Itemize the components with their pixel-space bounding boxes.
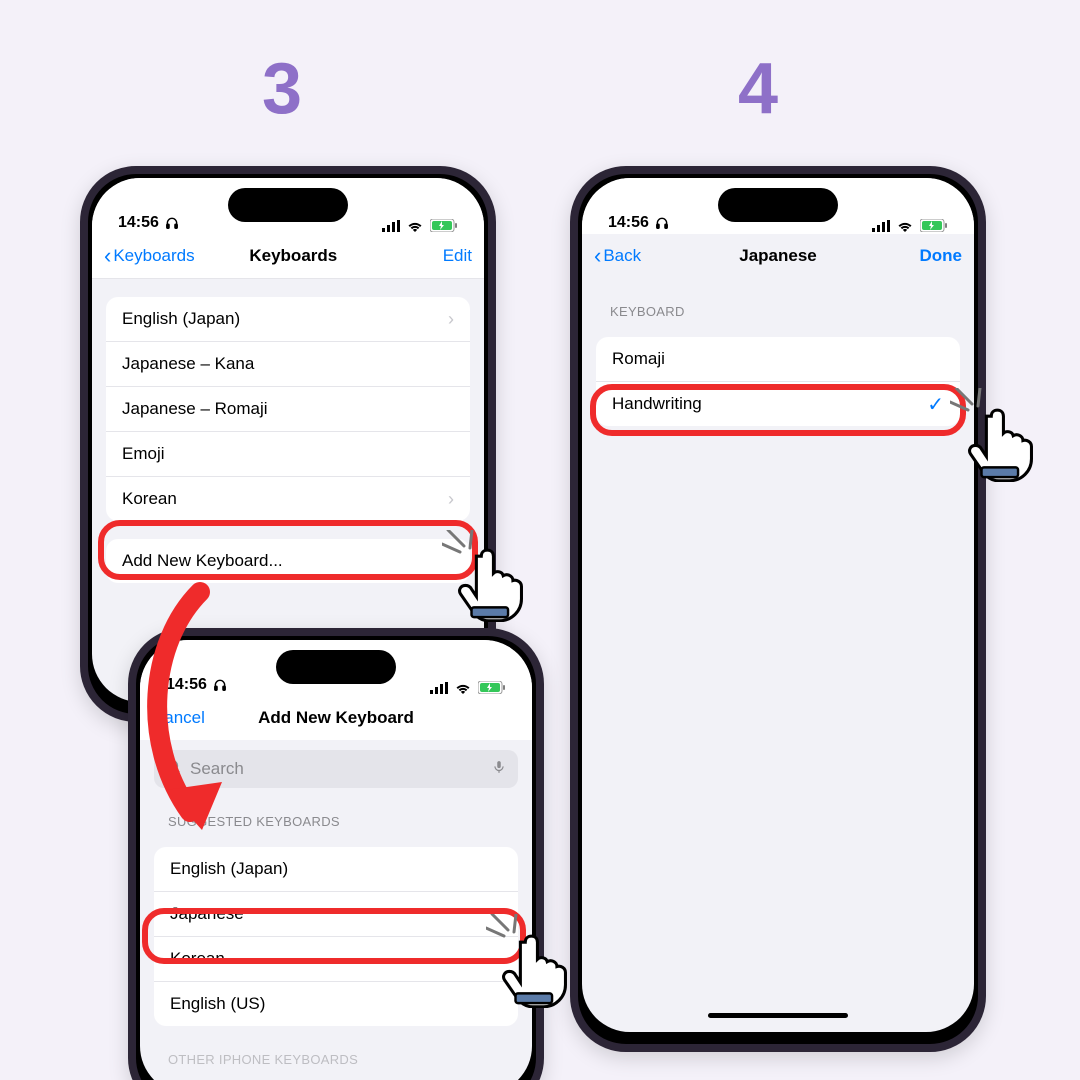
nav-bar: ‹ Keyboards Keyboards Edit [92,234,484,279]
row-label: Romaji [612,349,665,369]
list-item[interactable]: Emoji [106,431,470,476]
step-number-3: 3 [262,48,302,130]
nav-title: Japanese [674,246,882,266]
list-item[interactable]: Japanese – Romaji [106,386,470,431]
nav-bar: ‹ Back Japanese Done [582,234,974,278]
back-label: Keyboards [113,246,194,266]
arrow-icon [130,582,270,867]
row-label: Japanese – Kana [122,354,254,374]
dynamic-island [276,650,396,684]
highlight-add-keyboard [98,520,478,580]
tap-hand-icon [962,404,1040,482]
tap-hand-icon [496,930,574,1008]
cellular-icon [872,220,890,232]
wifi-icon [406,219,424,232]
row-label: English (US) [170,994,265,1014]
headphones-icon [165,216,179,230]
back-button[interactable]: ‹ Back [594,243,674,269]
status-time: 14:56 [118,214,159,232]
cellular-icon [382,220,400,232]
chevron-left-icon: ‹ [104,243,111,269]
wifi-icon [896,219,914,232]
phone-4: 14:56 ‹ Back Japanese Done KEYBOARD [570,166,986,1052]
nav-title: Keyboards [195,246,392,266]
edit-button[interactable]: Edit [392,246,472,266]
chevron-left-icon: ‹ [594,243,601,269]
headphones-icon [655,216,669,230]
list-item-romaji[interactable]: Romaji [596,337,960,381]
wifi-icon [454,681,472,694]
mic-icon[interactable] [492,758,506,781]
cellular-icon [430,682,448,694]
dynamic-island [718,188,838,222]
back-button[interactable]: ‹ Keyboards [104,243,195,269]
list-item[interactable]: Japanese – Kana [106,341,470,386]
row-label: English (Japan) [122,309,240,329]
done-button[interactable]: Done [882,246,962,266]
list-item[interactable]: Korean › [106,476,470,521]
tap-hand-icon [452,544,530,622]
highlight-handwriting [590,384,966,436]
list-item[interactable]: English (Japan) › [106,297,470,341]
home-indicator [582,998,974,1032]
row-label: Japanese – Romaji [122,399,268,419]
battery-icon [920,219,948,232]
section-header: OTHER IPHONE KEYBOARDS [168,1052,504,1067]
back-label: Back [603,246,641,266]
battery-icon [430,219,458,232]
list-item[interactable]: English (US) [154,981,518,1026]
row-label: Korean [122,489,177,509]
chevron-right-icon: › [448,309,454,330]
row-label: Emoji [122,444,165,464]
battery-icon [478,681,506,694]
keyboards-list: English (Japan) › Japanese – Kana Japanes… [106,297,470,521]
chevron-right-icon: › [448,489,454,510]
step-number-4: 4 [738,48,778,130]
status-time: 14:56 [608,214,649,232]
highlight-japanese [142,908,526,964]
dynamic-island [228,188,348,222]
section-header: KEYBOARD [610,304,946,319]
